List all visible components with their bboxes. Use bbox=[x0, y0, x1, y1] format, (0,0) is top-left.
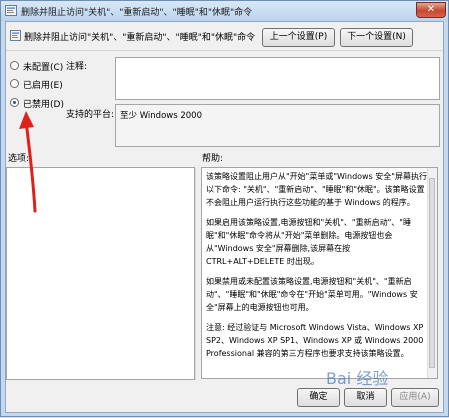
red-arrow-annotation bbox=[19, 111, 37, 213]
policy-dialog-window: 删除并阻止访问"关机"、"重新启动"、"睡眠"和"休眠"命令 ✕ 删除并阻止访问… bbox=[0, 0, 449, 417]
watermark: Bai 经验 bbox=[326, 369, 389, 388]
